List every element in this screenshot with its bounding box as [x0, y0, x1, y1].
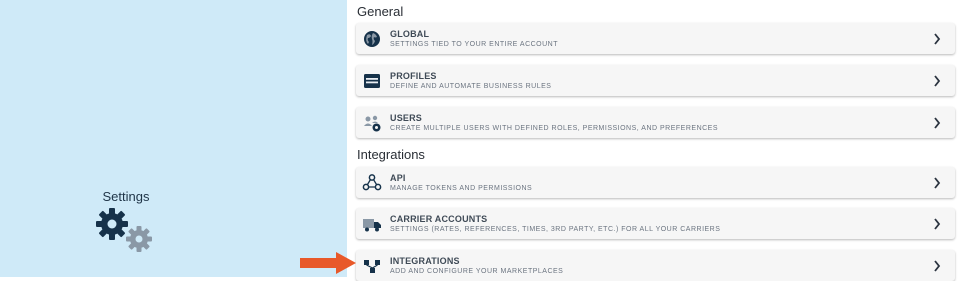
gears-icon [96, 208, 152, 252]
chevron-right-icon [934, 117, 941, 129]
card-title: API [390, 173, 406, 183]
globe-icon [364, 31, 380, 47]
card-subtitle: DEFINE AND AUTOMATE BUSINESS RULES [390, 83, 552, 90]
card-title: USERS [390, 113, 423, 123]
settings-card-global[interactable]: GLOBAL SETTINGS TIED TO YOUR ENTIRE ACCO… [356, 23, 955, 54]
users-gear-icon [364, 115, 381, 132]
window-icon [364, 74, 380, 88]
card-subtitle: ADD AND CONFIGURE YOUR MARKETPLACES [390, 268, 564, 275]
card-title: CARRIER ACCOUNTS [390, 214, 488, 224]
card-subtitle: MANAGE TOKENS AND PERMISSIONS [390, 185, 533, 192]
chevron-right-icon [934, 33, 941, 45]
card-title: PROFILES [390, 71, 437, 81]
card-subtitle: CREATE MULTIPLE USERS WITH DEFINED ROLES… [390, 125, 719, 132]
card-subtitle: SETTINGS TIED TO YOUR ENTIRE ACCOUNT [390, 41, 559, 48]
chevron-right-icon [934, 75, 941, 87]
settings-card-profiles[interactable]: PROFILES DEFINE AND AUTOMATE BUSINESS RU… [356, 65, 955, 96]
chevron-right-icon [934, 177, 941, 189]
chevron-right-icon [934, 260, 941, 272]
settings-card-api[interactable]: API MANAGE TOKENS AND PERMISSIONS [356, 167, 955, 198]
settings-sidebar: Settings [0, 0, 347, 277]
truck-icon [363, 219, 381, 232]
card-title: GLOBAL [390, 29, 430, 39]
integrations-icon [364, 260, 380, 273]
arrow-right-icon [300, 252, 356, 274]
settings-card-integrations[interactable]: INTEGRATIONS ADD AND CONFIGURE YOUR MARK… [356, 250, 955, 281]
section-heading-general: General [357, 4, 404, 19]
chevron-right-icon [934, 218, 941, 230]
settings-title: Settings [102, 189, 150, 204]
settings-card-carrier-accounts[interactable]: CARRIER ACCOUNTS SETTINGS (RATES, REFERE… [356, 208, 955, 239]
settings-card-users[interactable]: USERS CREATE MULTIPLE USERS WITH DEFINED… [356, 107, 955, 138]
card-title: INTEGRATIONS [390, 256, 460, 266]
card-subtitle: SETTINGS (RATES, REFERENCES, TIMES, 3RD … [390, 226, 721, 233]
api-icon [362, 174, 382, 191]
section-heading-integrations: Integrations [357, 147, 425, 162]
